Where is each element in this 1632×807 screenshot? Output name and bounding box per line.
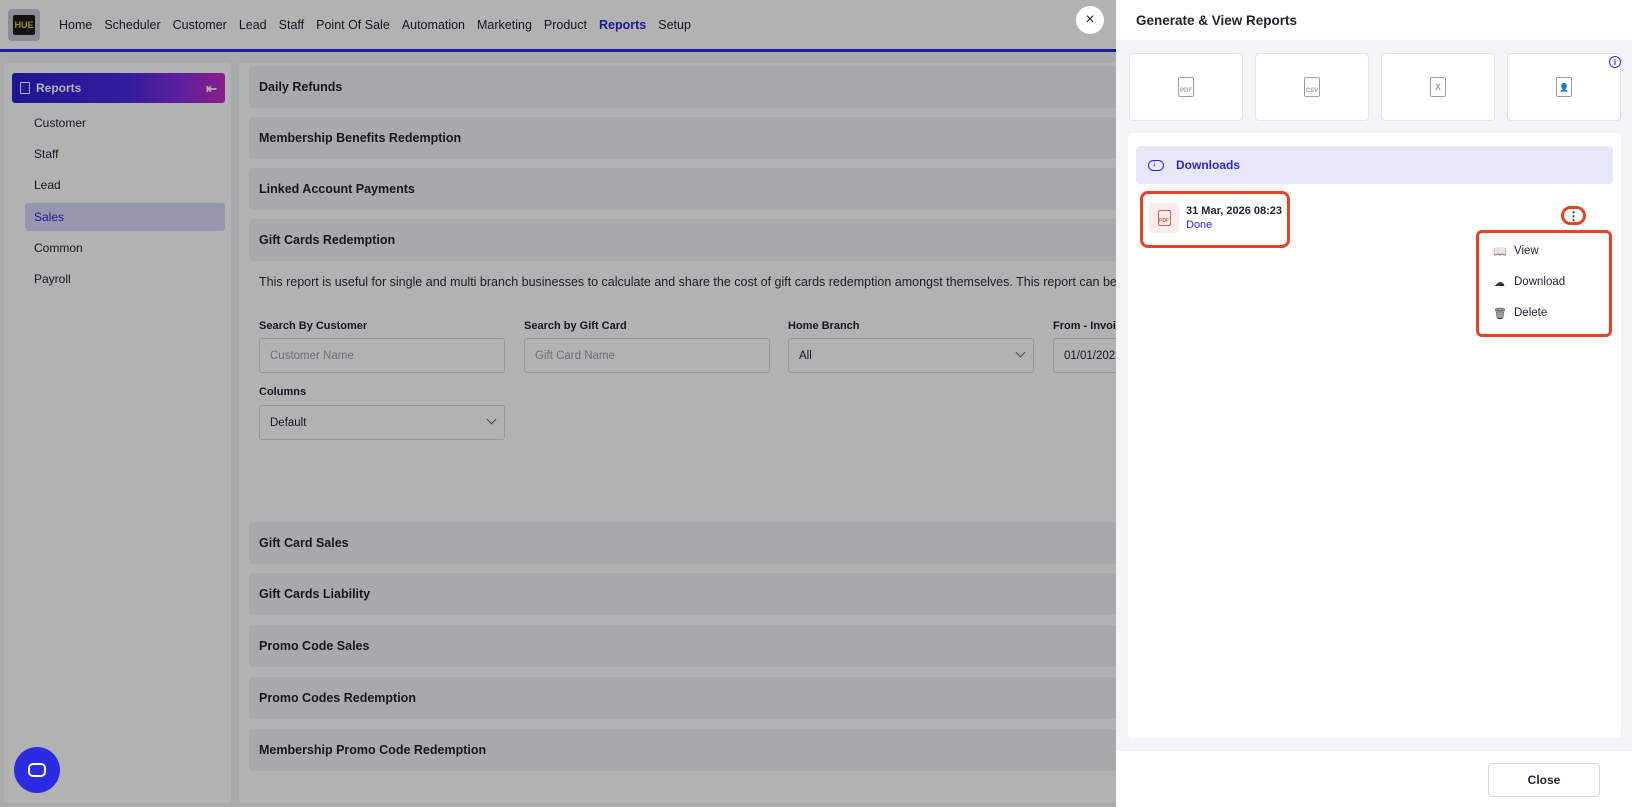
kebab-icon: ⋮ — [1567, 208, 1580, 223]
pdf-icon: PDF — [1157, 210, 1171, 226]
cloud-download-icon — [1148, 158, 1164, 171]
download-entry[interactable]: PDF 31 Mar, 2026 08:23 Done — [1140, 191, 1290, 248]
close-button[interactable]: Close — [1488, 763, 1600, 797]
menu-download-label: Download — [1514, 276, 1566, 288]
menu-item-view[interactable]: 📖 View — [1493, 240, 1539, 262]
csv-export-button[interactable]: CSV — [1255, 53, 1369, 121]
menu-item-download[interactable]: ☁ Download — [1493, 271, 1565, 293]
menu-view-label: View — [1514, 245, 1539, 257]
menu-delete-label: Delete — [1514, 307, 1548, 319]
csv-file-icon: CSV — [1304, 77, 1320, 97]
download-status: Done — [1186, 219, 1213, 231]
book-icon: 📖 — [1493, 245, 1507, 258]
pdf-export-button[interactable]: PDF — [1129, 53, 1243, 121]
modal-backdrop[interactable] — [0, 0, 1116, 807]
downloads-tab[interactable]: Downloads — [1136, 146, 1613, 184]
panel-title: Generate & View Reports — [1116, 0, 1632, 40]
pdf-badge: PDF — [1149, 203, 1179, 233]
downloads-tab-label: Downloads — [1176, 158, 1241, 172]
reports-panel: Generate & View Reports PDF CSV X 👤 i Do… — [1116, 0, 1632, 807]
cloud-download-icon: ☁ — [1494, 276, 1505, 289]
download-date: 31 Mar, 2026 08:23 — [1186, 205, 1283, 217]
chat-support-button[interactable] — [14, 747, 60, 793]
pdf-file-icon: PDF — [1178, 77, 1194, 97]
contact-file-icon: 👤 — [1556, 77, 1572, 97]
excel-file-icon: X — [1430, 77, 1446, 97]
downloads-card: Downloads PDF 31 Mar, 2026 08:23 Done ⋮ … — [1128, 133, 1621, 738]
trash-icon: 🗑 — [1493, 307, 1507, 320]
options-menu: 📖 View ☁ Download 🗑 Delete — [1476, 230, 1612, 337]
more-options-button[interactable]: ⋮ — [1561, 206, 1586, 225]
close-icon[interactable]: × — [1076, 6, 1104, 34]
excel-export-button[interactable]: X — [1381, 53, 1495, 121]
panel-footer: Close — [1116, 751, 1632, 807]
info-icon[interactable]: i — [1609, 56, 1621, 68]
menu-item-delete[interactable]: 🗑 Delete — [1493, 302, 1547, 324]
chat-icon — [28, 763, 46, 777]
contact-export-button[interactable]: 👤 — [1507, 53, 1621, 121]
